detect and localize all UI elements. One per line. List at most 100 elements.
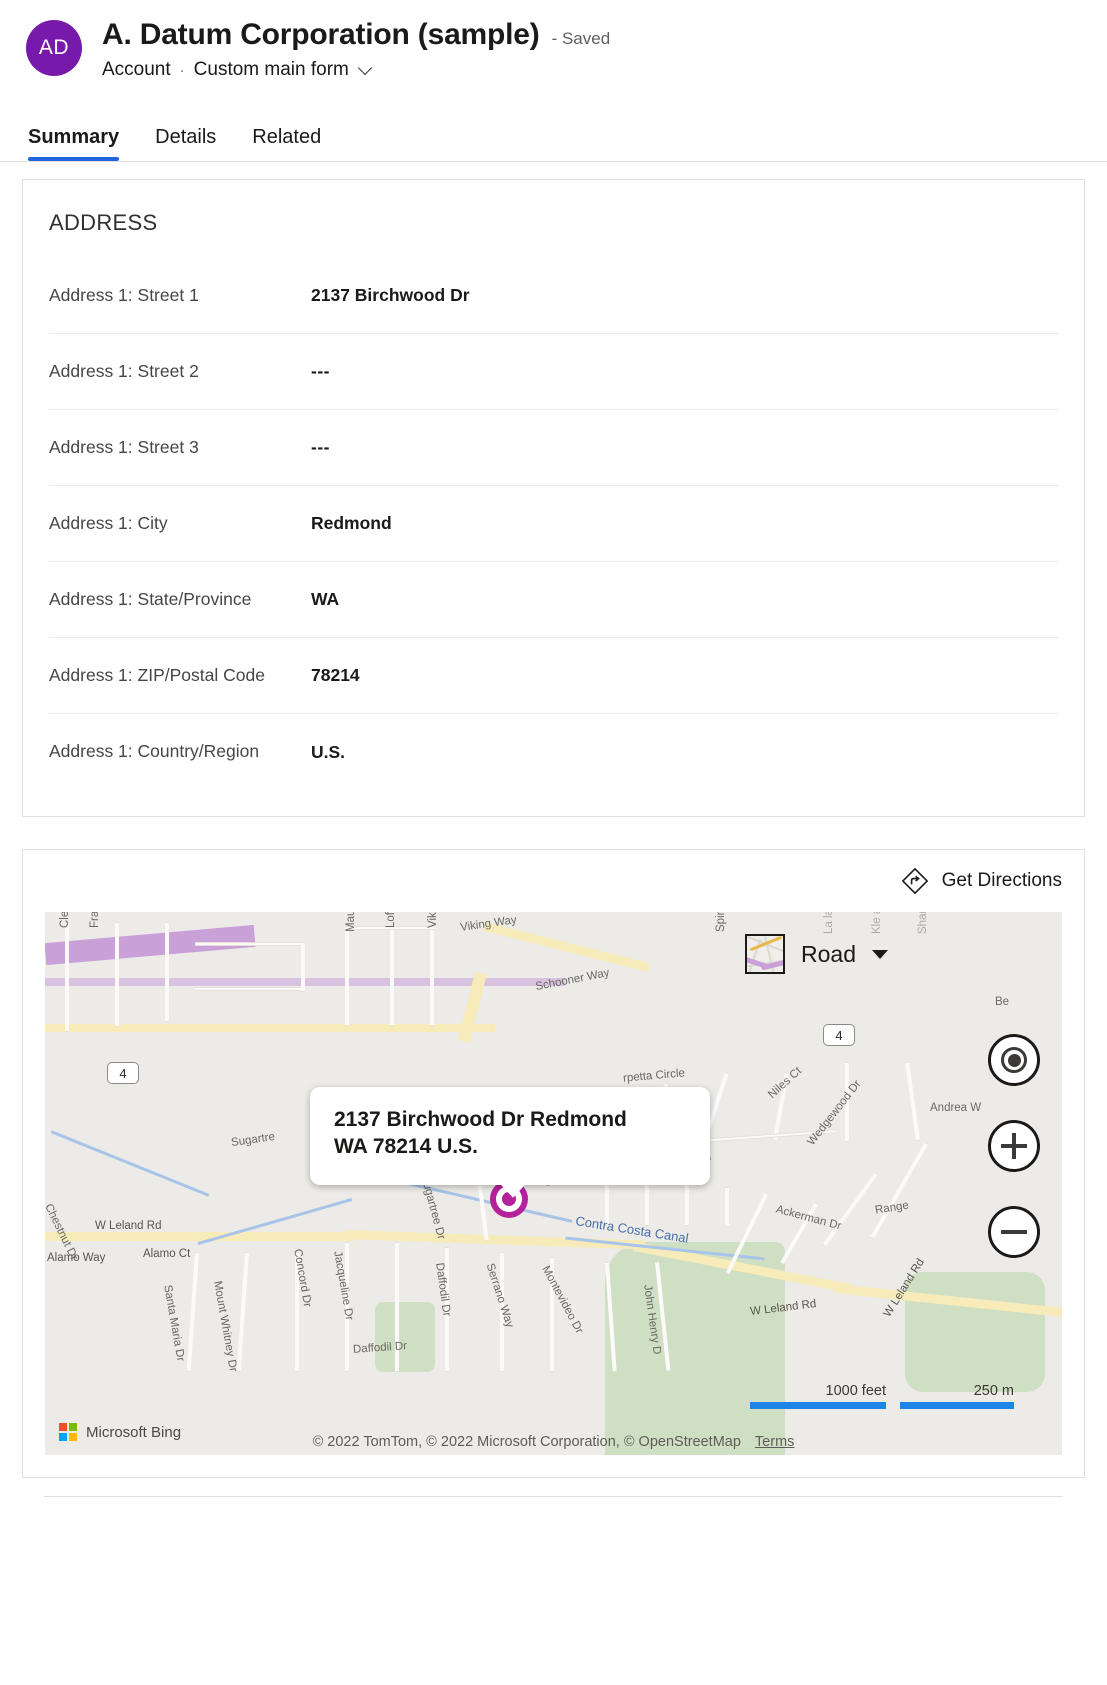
arterial-road [45, 1232, 355, 1241]
field-row: Address 1: Street 3 --- [49, 410, 1058, 486]
map-scale: 1000 feet 250 m [736, 1383, 1014, 1409]
tab-related[interactable]: Related [239, 126, 334, 161]
field-label: Address 1: State/Province [49, 583, 311, 616]
field-label: Address 1: Street 2 [49, 355, 311, 388]
map-canvas[interactable]: 4 4 Clevelan Franklin Ave Maureen Circle… [45, 912, 1062, 1455]
park-area [375, 1302, 435, 1372]
field-label: Address 1: Street 3 [49, 431, 311, 464]
street-label: Be [995, 996, 1009, 1008]
section-title-address: ADDRESS [23, 180, 1084, 236]
street [65, 922, 69, 1032]
street [115, 922, 119, 1027]
street-label: Spinnaker Way [715, 912, 727, 932]
map-thumbnail-icon [745, 934, 785, 974]
street-label: Maureen Circle [345, 912, 357, 932]
field-label: Address 1: Street 1 [49, 279, 311, 312]
plus-icon [1001, 1133, 1027, 1159]
form-selector-label[interactable]: Custom main form [194, 59, 349, 81]
street-label: La la [823, 912, 835, 934]
scale-imperial: 1000 feet [750, 1383, 886, 1409]
highway-shield: 4 [823, 1024, 855, 1046]
map-toolbar: Get Directions [23, 850, 1084, 912]
chevron-down-icon[interactable] [360, 62, 373, 75]
address-callout[interactable]: 2137 Birchwood Dr Redmond WA 78214 U.S. [310, 1087, 710, 1185]
zoom-in-button[interactable] [988, 1120, 1040, 1172]
street-label: Loftus Rd [385, 912, 397, 928]
field-label: Address 1: ZIP/Postal Code [49, 659, 311, 692]
address-field-list: Address 1: Street 1 2137 Birchwood Dr Ad… [23, 236, 1084, 816]
highway-shield: 4 [107, 1062, 139, 1084]
address-card: ADDRESS Address 1: Street 1 2137 Birchwo… [22, 179, 1085, 817]
field-value[interactable]: --- [311, 437, 330, 458]
field-label: Address 1: Country/Region [49, 735, 311, 768]
directions-diamond-icon [902, 868, 928, 894]
bullseye-icon [1001, 1047, 1027, 1073]
scale-imperial-label: 1000 feet [750, 1383, 886, 1399]
get-directions-button[interactable]: Get Directions [902, 868, 1062, 894]
map-type-label: Road [801, 941, 856, 968]
street-label: Franklin Ave [89, 912, 101, 928]
field-row: Address 1: State/Province WA [49, 562, 1058, 638]
save-status: - Saved [552, 29, 611, 49]
field-value[interactable]: --- [311, 361, 330, 382]
street-label: Andrea W [930, 1102, 981, 1114]
header-text-block: A. Datum Corporation (sample) - Saved Ac… [102, 18, 610, 81]
breadcrumb-separator: · [180, 62, 185, 79]
breadcrumb: Account · Custom main form [102, 59, 610, 81]
street [685, 1184, 689, 1226]
caret-down-icon[interactable] [872, 950, 888, 959]
field-row: Address 1: City Redmond [49, 486, 1058, 562]
locate-me-button[interactable] [988, 1034, 1040, 1086]
field-row: Address 1: Country/Region U.S. [49, 714, 1058, 790]
callout-line-1: 2137 Birchwood Dr Redmond [334, 1107, 686, 1134]
tab-summary[interactable]: Summary [26, 126, 132, 161]
street [195, 942, 305, 946]
street-label: Shannon [917, 912, 929, 934]
record-header: AD A. Datum Corporation (sample) - Saved… [0, 0, 1107, 81]
main-content: ADDRESS Address 1: Street 1 2137 Birchwo… [0, 162, 1107, 1497]
field-label: Address 1: City [49, 507, 311, 540]
zoom-out-button[interactable] [988, 1206, 1040, 1258]
field-value[interactable]: 78214 [311, 665, 360, 686]
street-label: Kle ath [871, 912, 883, 934]
field-value[interactable]: Redmond [311, 513, 392, 534]
minus-icon [1001, 1219, 1027, 1245]
arterial-road [45, 1024, 495, 1032]
scale-imperial-bar [750, 1402, 886, 1409]
attribution-text[interactable]: © 2022 TomTom, © 2022 Microsoft Corporat… [313, 1434, 741, 1450]
street [165, 922, 169, 1022]
field-row: Address 1: Street 1 2137 Birchwood Dr [49, 258, 1058, 334]
street-label: W Leland Rd [95, 1220, 161, 1232]
terms-link[interactable]: Terms [755, 1434, 794, 1450]
map-card: Get Directions [22, 849, 1085, 1478]
street [345, 926, 349, 1026]
callout-line-2: WA 78214 U.S. [334, 1134, 686, 1161]
scale-metric-label: 250 m [900, 1383, 1014, 1399]
page-title: A. Datum Corporation (sample) [102, 18, 540, 52]
street [301, 942, 305, 992]
header-row: AD A. Datum Corporation (sample) - Saved… [26, 18, 1107, 81]
title-line: A. Datum Corporation (sample) - Saved [102, 18, 610, 52]
tabstrip: Summary Details Related [0, 111, 1107, 162]
map-controls [988, 1034, 1040, 1292]
entity-name: Account [102, 59, 171, 81]
street [645, 1184, 649, 1226]
street [390, 926, 394, 1026]
field-row: Address 1: ZIP/Postal Code 78214 [49, 638, 1058, 714]
field-value[interactable]: WA [311, 589, 339, 610]
get-directions-label: Get Directions [942, 870, 1062, 892]
field-value[interactable]: 2137 Birchwood Dr [311, 285, 470, 306]
map-type-selector[interactable]: Road [745, 934, 888, 974]
street [725, 1187, 729, 1227]
street [430, 926, 434, 1026]
tab-details[interactable]: Details [142, 126, 229, 161]
street-label: Clevelan [59, 912, 71, 928]
avatar: AD [26, 20, 82, 76]
field-row: Address 1: Street 2 --- [49, 334, 1058, 410]
street-label: Viking Way [427, 912, 439, 928]
street [195, 987, 305, 991]
field-value[interactable]: U.S. [311, 742, 345, 763]
freeway-segment [45, 978, 565, 986]
bottom-divider [44, 1496, 1063, 1497]
map-attribution: © 2022 TomTom, © 2022 Microsoft Corporat… [45, 1434, 1062, 1450]
